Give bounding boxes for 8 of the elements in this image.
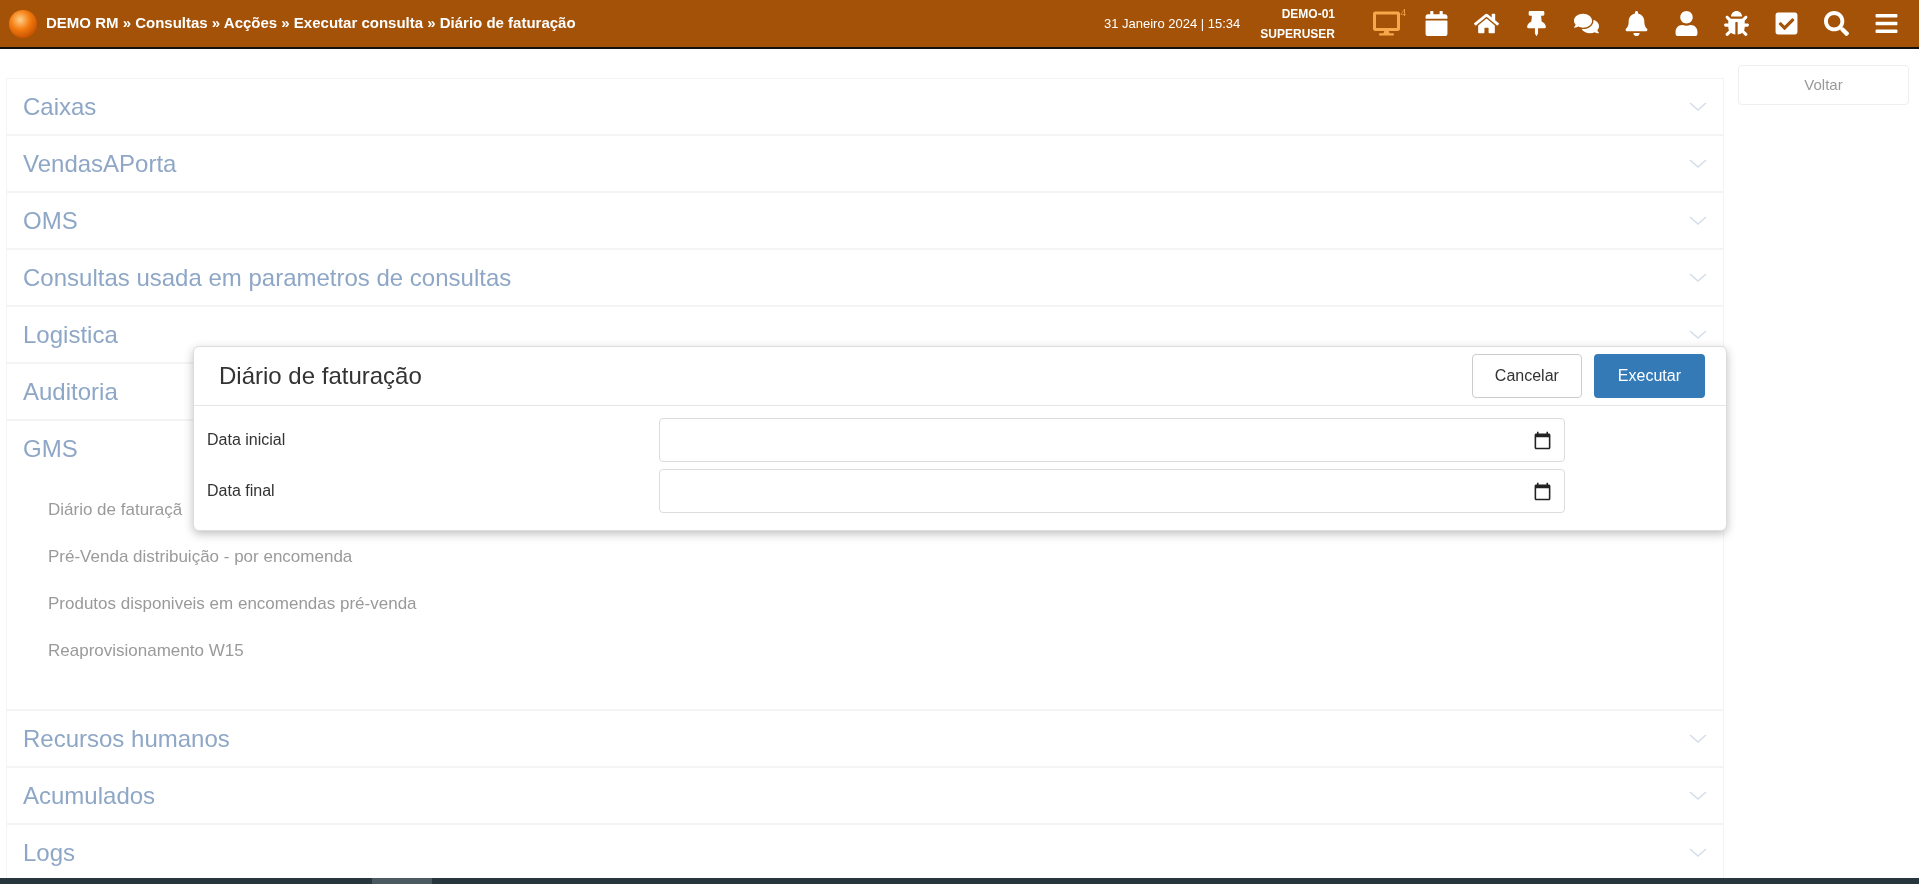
- field-label: Data inicial: [206, 430, 287, 450]
- date-time: 31 Janeiro 2024 | 15:34: [1103, 14, 1241, 33]
- dialog-title: Diário de faturação: [219, 361, 422, 391]
- badge-count: 4: [1400, 4, 1406, 20]
- user-name: SUPERUSER: [1260, 25, 1335, 43]
- field-label: Data final: [206, 481, 276, 501]
- breadcrumb: DEMO RM » Consultas » Acções » Executar consulta » Diário de faturação: [46, 13, 576, 34]
- company-name: DEMO-01: [1281, 5, 1335, 23]
